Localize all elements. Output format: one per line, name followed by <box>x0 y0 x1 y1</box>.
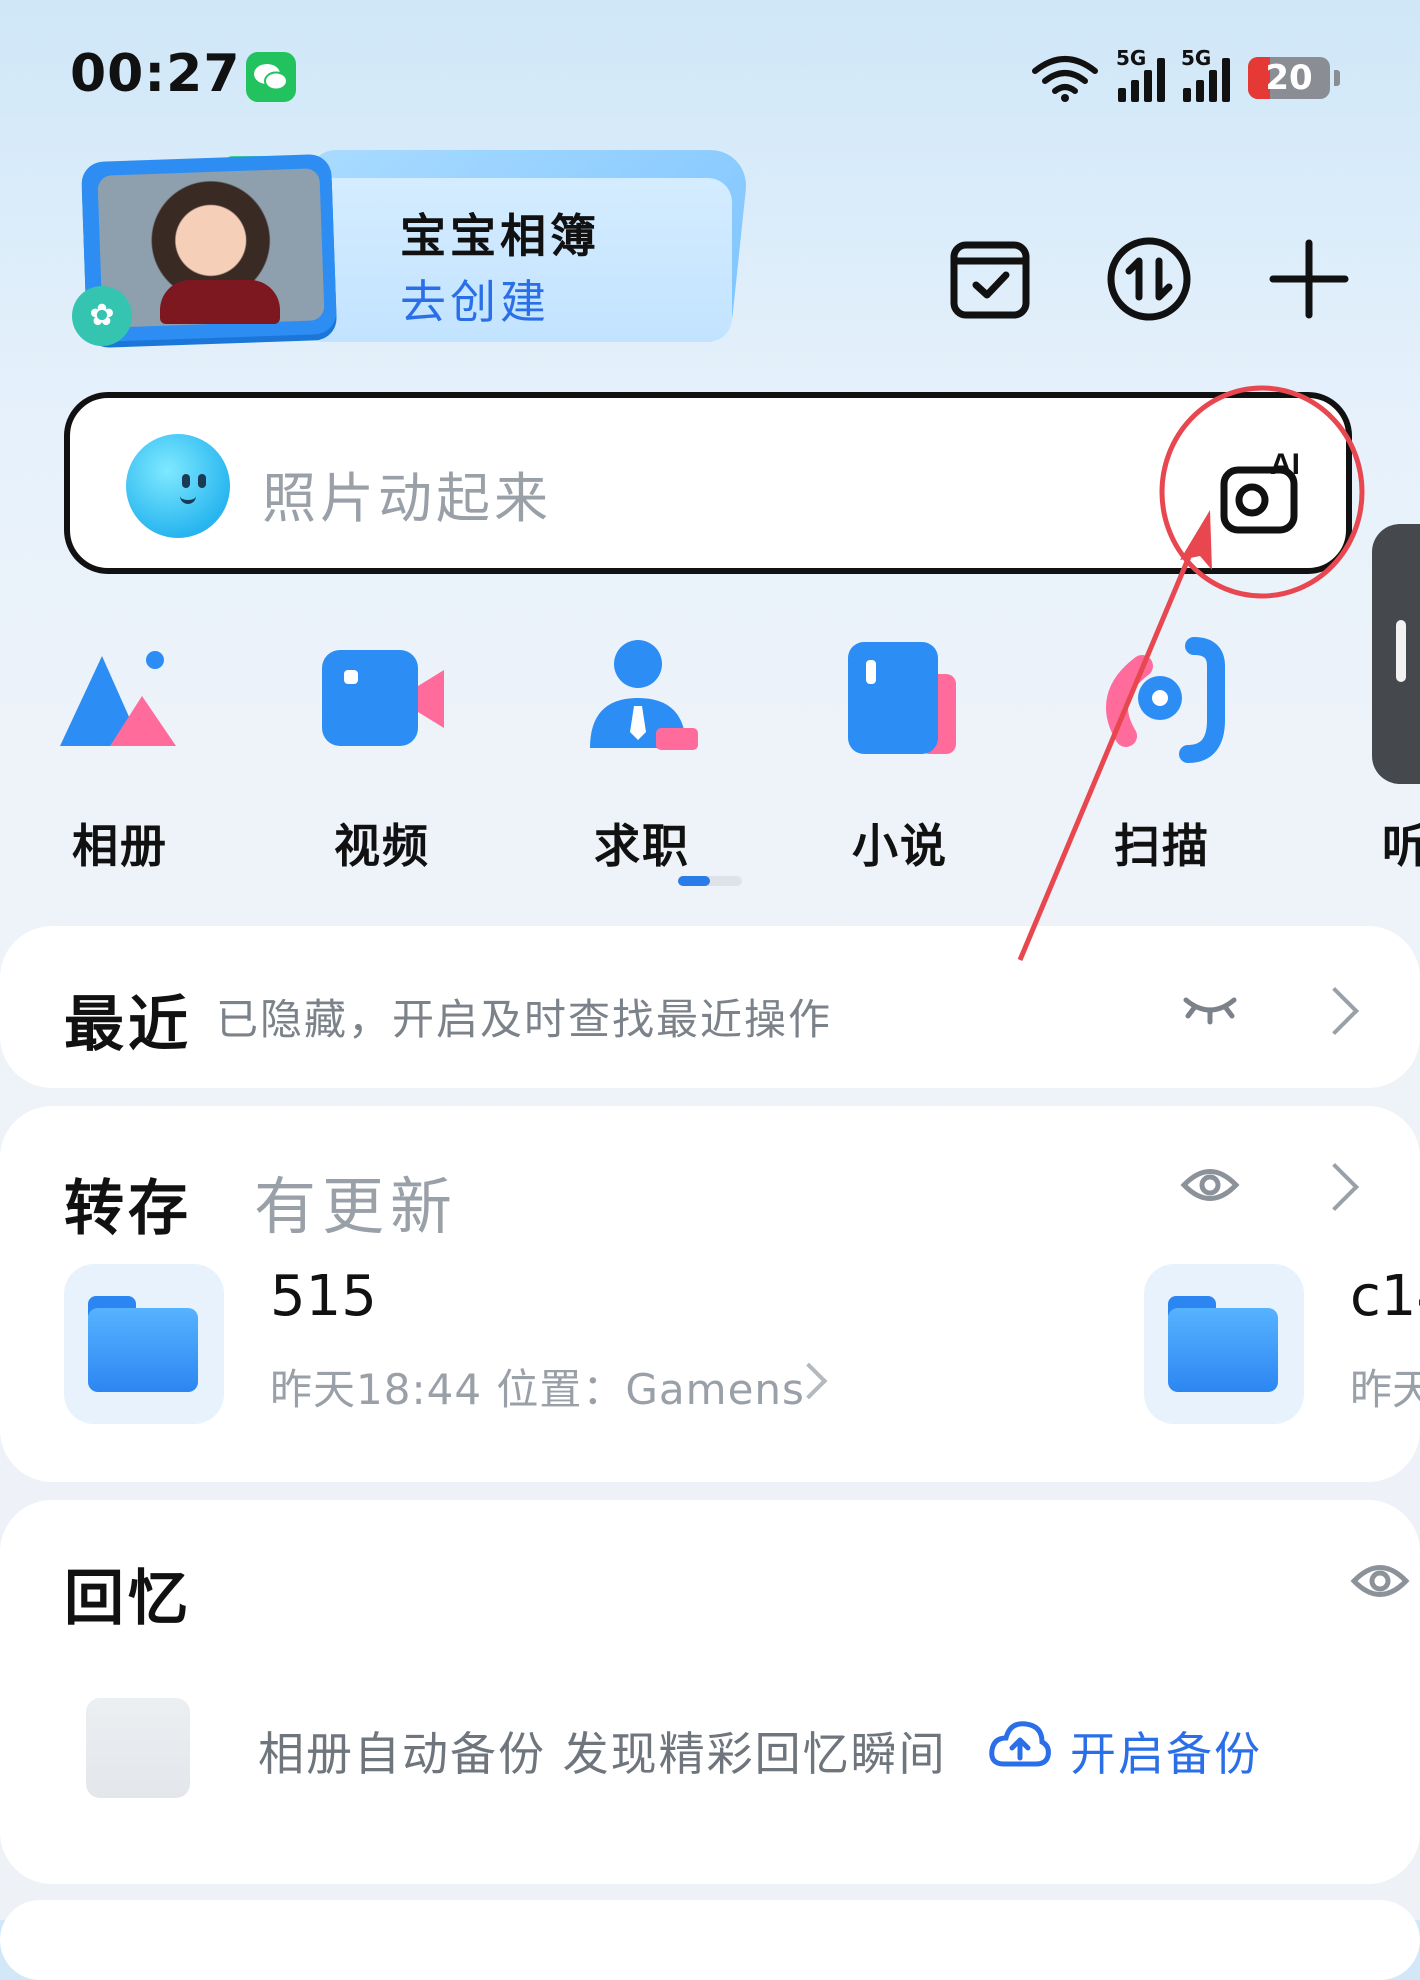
status-time: 00:27 <box>70 44 241 104</box>
battery-icon: 20 <box>1248 57 1330 99</box>
ai-camera-icon[interactable]: AI <box>1214 442 1314 542</box>
calendar-check-icon[interactable] <box>945 234 1035 324</box>
cloud-upload-icon[interactable] <box>988 1718 1052 1774</box>
shortcut-label: 相册 <box>72 819 168 873</box>
shortcut-label: 视频 <box>334 819 430 873</box>
shortcut-label: 求职 <box>594 819 690 873</box>
album-icon <box>50 636 190 766</box>
signal-label: 5G <box>1181 46 1212 70</box>
folder-icon[interactable] <box>64 1264 224 1424</box>
signal-label: 5G <box>1116 46 1147 70</box>
ai-label: AI <box>1270 448 1300 481</box>
folder-icon[interactable] <box>1144 1264 1304 1424</box>
create-album-link[interactable]: 去创建 <box>400 266 550 332</box>
next-card <box>0 1900 1420 1980</box>
video-icon <box>312 636 452 766</box>
eye-icon[interactable] <box>1180 1160 1240 1210</box>
scan-icon <box>1092 636 1232 766</box>
wifi-icon <box>1032 56 1098 102</box>
closed-eye-icon[interactable] <box>1180 990 1240 1026</box>
file-meta: 昨天18:44 位置：Gamens <box>270 1365 805 1414</box>
signal-icon: 5G <box>1116 46 1165 102</box>
pager-indicator <box>678 876 710 886</box>
transfer-title: 转存 <box>64 1174 192 1244</box>
battery-tip <box>1334 70 1340 86</box>
shortcut-job[interactable]: 求职 <box>542 636 742 876</box>
memory-title: 回忆 <box>64 1564 192 1634</box>
shortcut-novel[interactable]: 小说 <box>800 636 1000 876</box>
badge-icon: ✿ <box>72 286 132 346</box>
enable-backup-button[interactable]: 开启备份 <box>1070 1718 1262 1784</box>
status-icons: 5G 5G 20 <box>1030 46 1340 106</box>
memory-card <box>0 1500 1420 1884</box>
image-placeholder-icon <box>86 1698 190 1798</box>
battery-level: 20 <box>1265 58 1313 98</box>
shortcut-label: 小说 <box>852 819 948 873</box>
shortcut-listen[interactable]: 听 <box>1320 636 1420 876</box>
file-name[interactable]: 515 <box>270 1264 377 1329</box>
shortcut-label: 扫描 <box>1114 819 1210 873</box>
wechat-icon <box>246 52 296 102</box>
assistant-avatar-icon <box>126 434 230 538</box>
search-placeholder: 照片动起来 <box>262 467 552 530</box>
recent-description: 已隐藏，开启及时查找最近操作 <box>216 995 833 1044</box>
transfer-icon[interactable] <box>1104 234 1194 324</box>
shortcut-scan[interactable]: 扫描 <box>1062 636 1262 876</box>
search-bar[interactable] <box>64 392 1352 574</box>
signal-icon: 5G <box>1181 46 1230 102</box>
plus-icon[interactable] <box>1264 234 1354 324</box>
banner-title: 宝宝相簿 <box>400 209 600 263</box>
transfer-update-badge: 有更新 <box>254 1170 459 1243</box>
novel-icon <box>830 636 970 766</box>
file-name[interactable]: c14 <box>1350 1264 1420 1329</box>
job-icon <box>572 636 712 766</box>
baby-photo-dress <box>160 280 280 324</box>
listen-icon <box>1320 636 1420 766</box>
shortcut-album[interactable]: 相册 <box>20 636 220 876</box>
eye-icon[interactable] <box>1350 1556 1410 1606</box>
shortcut-label: 听 <box>1382 819 1420 873</box>
recent-title: 最近 <box>64 990 192 1060</box>
shortcut-video[interactable]: 视频 <box>282 636 482 876</box>
memory-description: 相册自动备份 发现精彩回忆瞬间 <box>258 1727 947 1781</box>
file-meta: 昨天 <box>1350 1365 1420 1414</box>
